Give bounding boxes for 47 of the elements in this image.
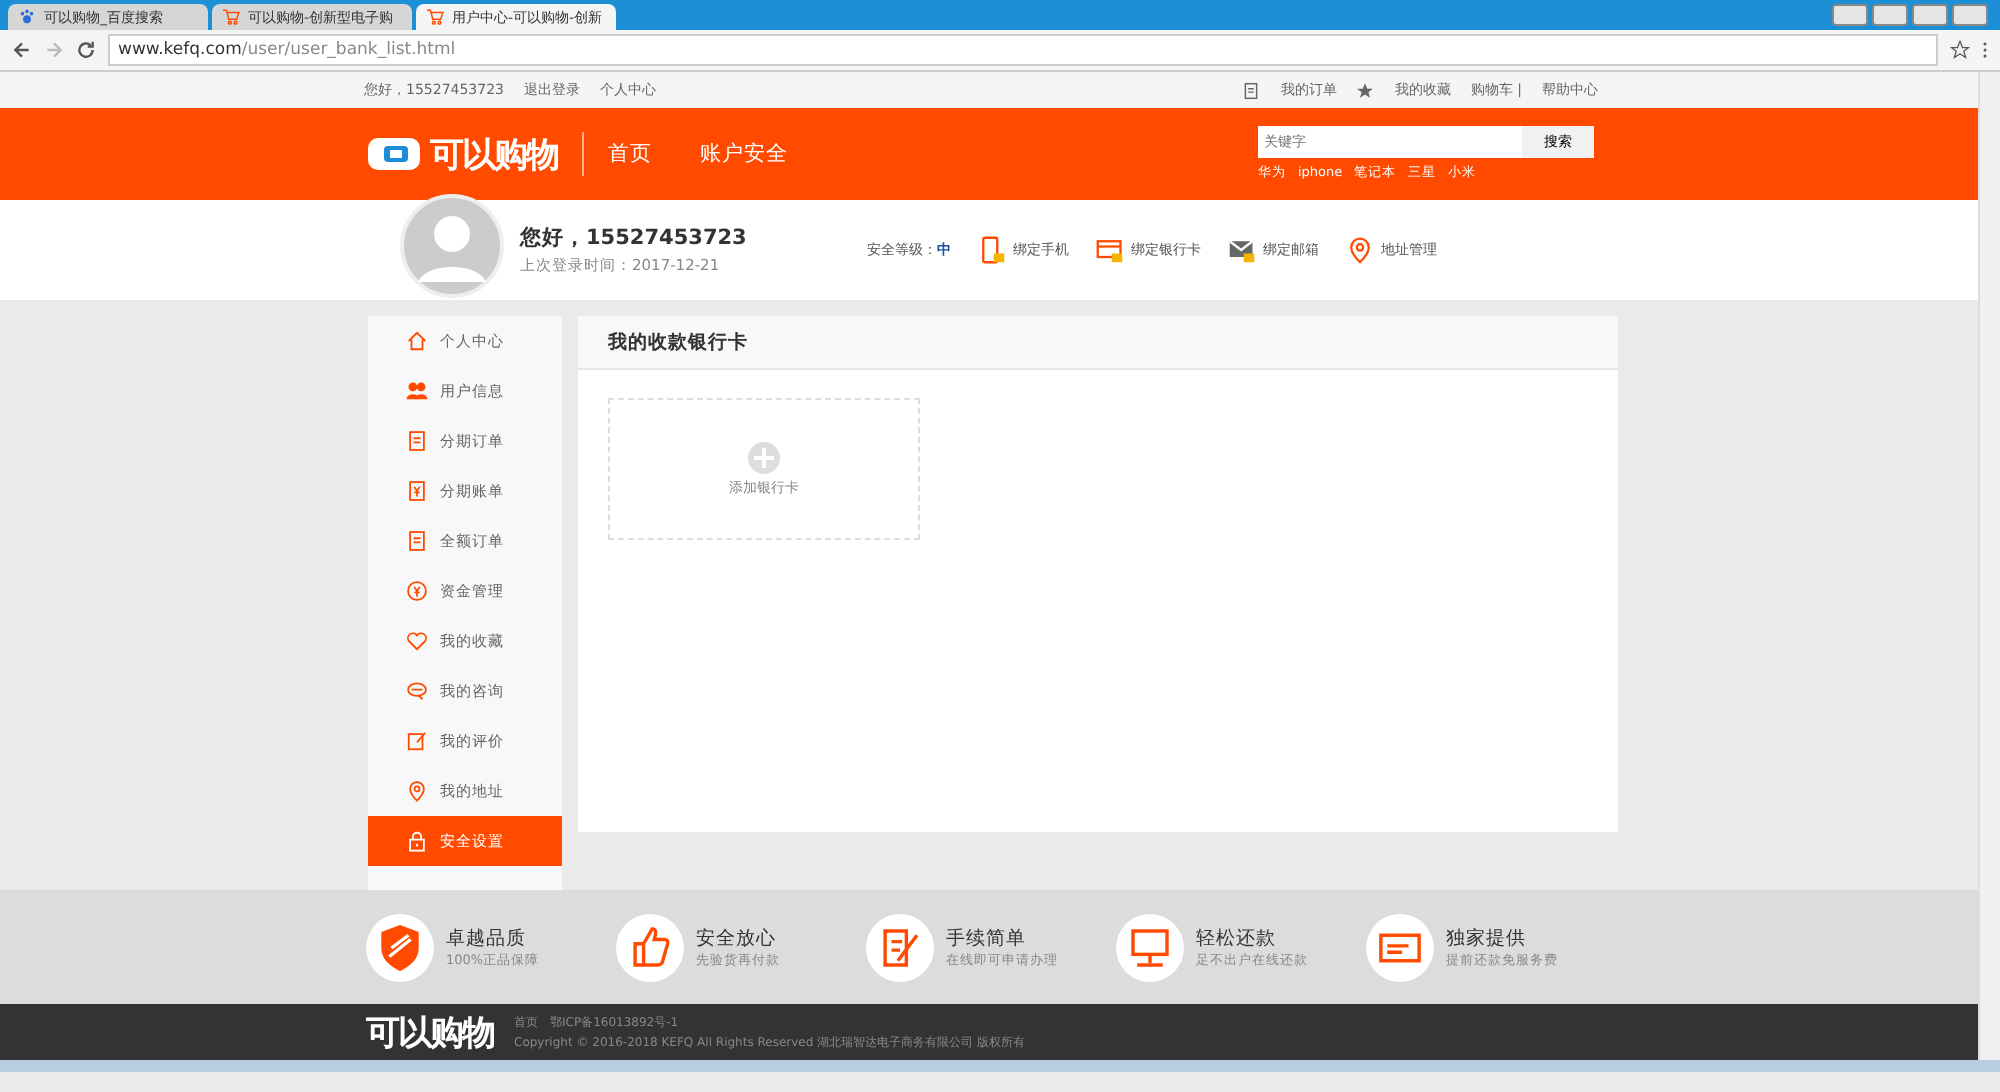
card-icon bbox=[1096, 236, 1125, 264]
address-field[interactable]: www.kefq.com/user/user_bank_list.html bbox=[108, 34, 1938, 66]
mail-icon bbox=[1228, 236, 1257, 264]
yen-icon bbox=[406, 480, 428, 502]
feature-title: 手续简单 bbox=[946, 925, 1028, 951]
feature-title: 卓越品质 bbox=[446, 925, 528, 951]
shield-icon bbox=[366, 913, 434, 981]
heart-icon bbox=[406, 630, 428, 652]
doc-icon bbox=[406, 430, 428, 452]
phone-icon bbox=[978, 236, 1007, 264]
card-icon bbox=[1366, 913, 1434, 981]
users-icon bbox=[406, 380, 428, 402]
paw-icon bbox=[18, 8, 36, 26]
feature-title: 安全放心 bbox=[696, 925, 778, 951]
coin-icon bbox=[406, 580, 428, 602]
lock-icon bbox=[406, 830, 428, 852]
forward-icon[interactable] bbox=[44, 40, 64, 60]
panel-title: 我的收款银行卡 bbox=[608, 329, 748, 355]
nav-link[interactable]: 账户安全 bbox=[700, 140, 788, 168]
menu-icon[interactable] bbox=[1982, 40, 1988, 60]
doc-icon bbox=[1242, 81, 1261, 99]
chat-icon bbox=[406, 680, 428, 702]
pin-icon bbox=[406, 780, 428, 802]
feature-title: 独家提供 bbox=[1446, 925, 1528, 951]
edit-icon bbox=[406, 730, 428, 752]
reload-icon[interactable] bbox=[76, 40, 96, 60]
home-icon bbox=[406, 330, 428, 352]
user-greeting: 您好，15527453723 bbox=[520, 224, 747, 252]
plus-icon bbox=[748, 441, 780, 473]
logo-text[interactable]: 可以购物 bbox=[366, 1009, 494, 1055]
cart-icon bbox=[426, 8, 444, 26]
logo-text[interactable]: 可以购物 bbox=[430, 131, 558, 177]
back-icon[interactable] bbox=[12, 40, 32, 60]
close-button[interactable] bbox=[1952, 4, 1988, 26]
nav-link[interactable]: 首页 bbox=[608, 140, 652, 168]
star-icon[interactable] bbox=[1950, 40, 1970, 60]
star-icon bbox=[1356, 81, 1375, 99]
logo-icon bbox=[366, 134, 422, 174]
feature-title: 轻松还款 bbox=[1196, 925, 1278, 951]
restore-button[interactable] bbox=[1912, 4, 1948, 26]
thumb-icon bbox=[616, 913, 684, 981]
form-icon bbox=[866, 913, 934, 981]
doc-icon bbox=[406, 530, 428, 552]
pin-icon bbox=[1346, 236, 1375, 264]
monitor-icon bbox=[1116, 913, 1184, 981]
minimize-button[interactable] bbox=[1872, 4, 1908, 26]
cart-icon bbox=[222, 8, 240, 26]
